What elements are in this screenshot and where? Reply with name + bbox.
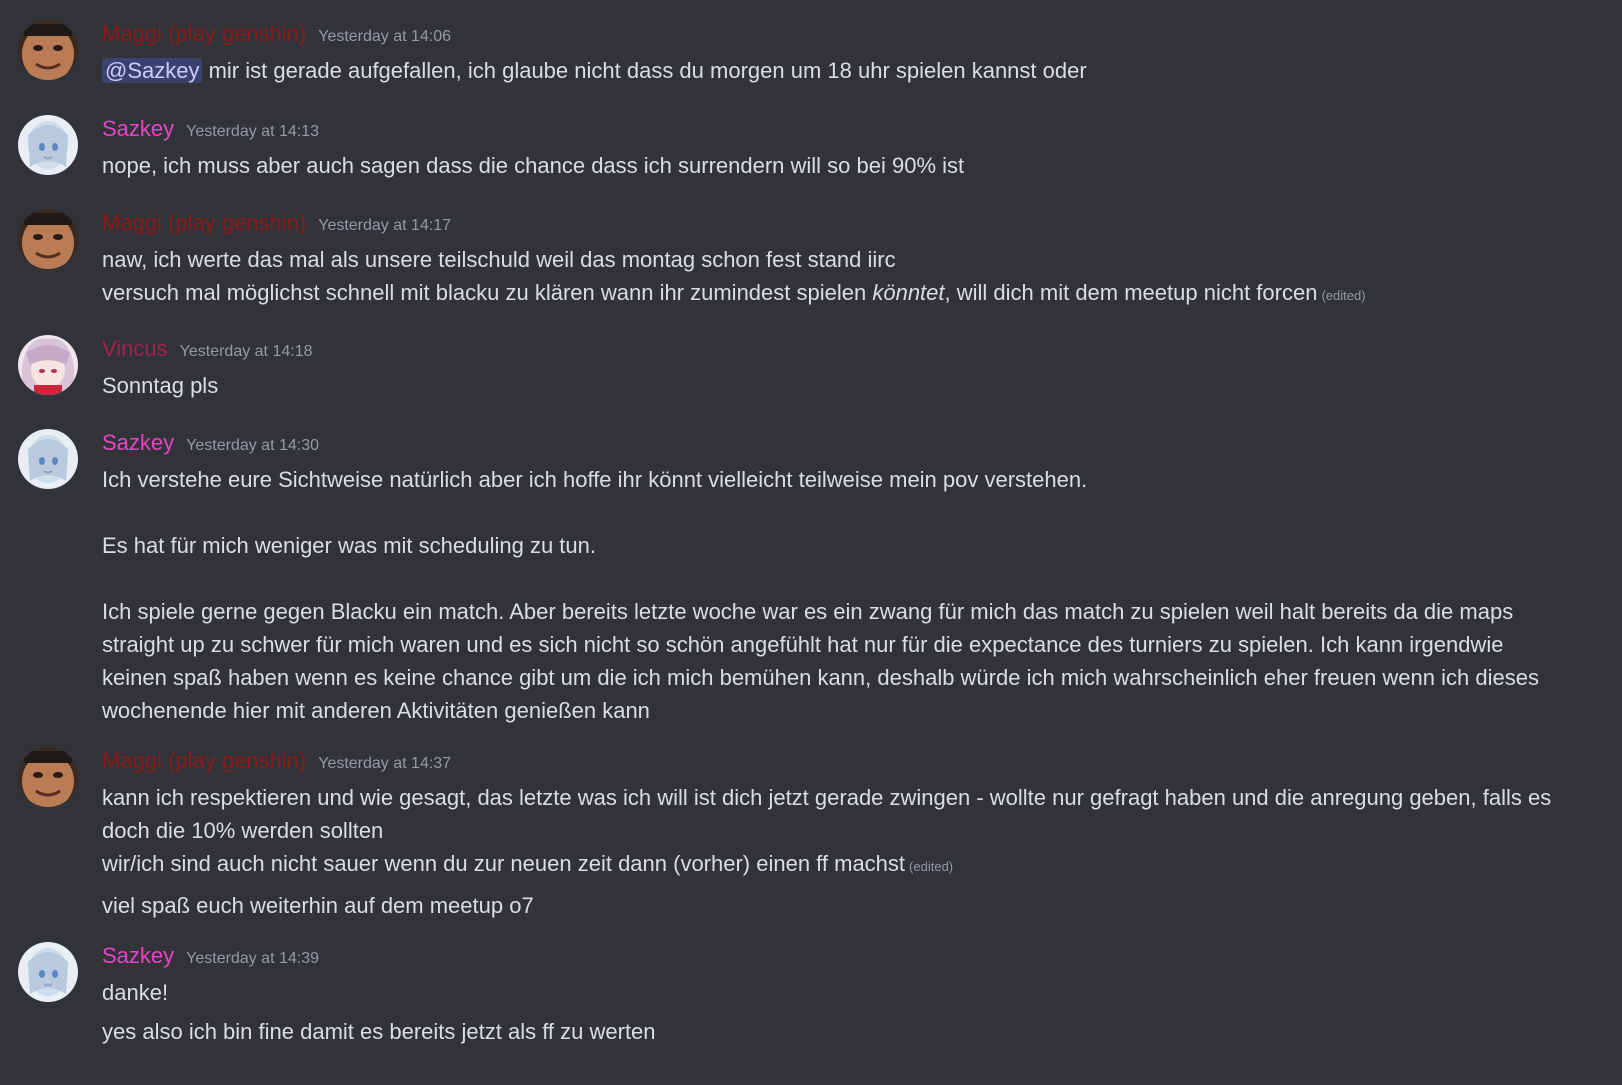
user-avatar-sazkey-icon[interactable] — [18, 115, 78, 175]
chat-message-list: Maggi (play genshin) Yesterday at 14:06 … — [0, 0, 1622, 1085]
italic-text: könntet — [872, 280, 945, 305]
username[interactable]: Sazkey — [102, 940, 174, 972]
username[interactable]: Maggi (play genshin) — [102, 745, 306, 777]
message-header: Sazkey Yesterday at 14:39 — [102, 936, 1602, 976]
timestamp[interactable]: Yesterday at 14:37 — [318, 748, 451, 780]
message-text: Es hat für mich weniger was mit scheduli… — [102, 533, 597, 558]
user-avatar-sazkey-icon[interactable] — [18, 942, 78, 1002]
edited-label: (edited) — [909, 859, 954, 874]
message-header: Sazkey Yesterday at 14:13 — [102, 109, 1602, 149]
timestamp[interactable]: Yesterday at 14:30 — [186, 430, 319, 462]
timestamp[interactable]: Yesterday at 14:17 — [318, 210, 451, 242]
message-text: Ich spiele gerne gegen Blacku ein match.… — [102, 599, 1514, 624]
message-text: straight up zu schwer für mich waren und… — [102, 632, 1504, 657]
user-avatar-vincus-icon[interactable] — [18, 335, 78, 395]
message-text: naw, ich werte das mal als unsere teilsc… — [102, 247, 896, 272]
message-text: @Sazkey mir ist gerade aufgefallen, ich … — [102, 54, 1602, 87]
timestamp[interactable]: Yesterday at 14:13 — [186, 116, 319, 148]
message-text: nope, ich muss aber auch sagen dass die … — [102, 153, 965, 178]
message-group: Sazkey Yesterday at 14:30 Ich verstehe e… — [0, 423, 1622, 741]
timestamp[interactable]: Yesterday at 14:39 — [186, 943, 319, 975]
message-text: kann ich respektieren und wie gesagt, da… — [102, 785, 1552, 810]
message-header: Maggi (play genshin) Yesterday at 14:17 — [102, 203, 1602, 243]
timestamp[interactable]: Yesterday at 14:06 — [318, 21, 451, 53]
user-avatar-sazkey-icon[interactable] — [18, 429, 78, 489]
message-text: yes also ich bin fine damit es bereits j… — [102, 1019, 656, 1044]
message-text: doch die 10% werden sollten — [102, 818, 384, 843]
username[interactable]: Maggi (play genshin) — [102, 207, 306, 239]
message-text: keinen spaß haben wenn es keine chance g… — [102, 665, 1539, 690]
message-text: wir/ich sind auch nicht sauer wenn du zu… — [102, 847, 1602, 883]
edited-label: (edited) — [1321, 288, 1366, 303]
user-mention[interactable]: @Sazkey — [102, 58, 203, 83]
message-text: viel spaß euch weiterhin auf dem meetup … — [102, 893, 534, 918]
username[interactable]: Sazkey — [102, 427, 174, 459]
user-avatar-maggi-icon[interactable] — [18, 747, 78, 807]
message-text: wochenende hier mit anderen Aktivitäten … — [102, 698, 650, 723]
message-text-content: wir/ich sind auch nicht sauer wenn du zu… — [102, 851, 906, 876]
message-text: versuch mal möglichst schnell mit blacku… — [102, 276, 1602, 312]
message-group: Maggi (play genshin) Yesterday at 14:37 … — [0, 741, 1622, 936]
message-group: Maggi (play genshin) Yesterday at 14:06 … — [0, 14, 1622, 109]
message-group: Vincus Yesterday at 14:18 Sonntag pls — [0, 329, 1622, 423]
message-text: danke! — [102, 980, 169, 1005]
message-header: Sazkey Yesterday at 14:30 — [102, 423, 1602, 463]
message-text: Ich verstehe eure Sichtweise natürlich a… — [102, 467, 1088, 492]
message-text-content: versuch mal möglichst schnell mit blacku… — [102, 280, 873, 305]
message-text-content: mir ist gerade aufgefallen, ich glaube n… — [202, 58, 1087, 83]
message-group: Sazkey Yesterday at 14:39 danke! yes als… — [0, 936, 1622, 1051]
message-group: Sazkey Yesterday at 14:13 nope, ich muss… — [0, 109, 1622, 203]
username[interactable]: Maggi (play genshin) — [102, 18, 306, 50]
timestamp[interactable]: Yesterday at 14:18 — [180, 336, 313, 368]
message-text: Sonntag pls — [102, 373, 219, 398]
message-header: Maggi (play genshin) Yesterday at 14:06 — [102, 14, 1602, 54]
message-header: Vincus Yesterday at 14:18 — [102, 329, 1602, 369]
user-avatar-maggi-icon[interactable] — [18, 20, 78, 80]
username[interactable]: Sazkey — [102, 113, 174, 145]
username[interactable]: Vincus — [102, 333, 168, 365]
message-text-content: , will dich mit dem meetup nicht forcen — [944, 280, 1318, 305]
message-group: Maggi (play genshin) Yesterday at 14:17 … — [0, 203, 1622, 329]
message-header: Maggi (play genshin) Yesterday at 14:37 — [102, 741, 1602, 781]
user-avatar-maggi-icon[interactable] — [18, 209, 78, 269]
